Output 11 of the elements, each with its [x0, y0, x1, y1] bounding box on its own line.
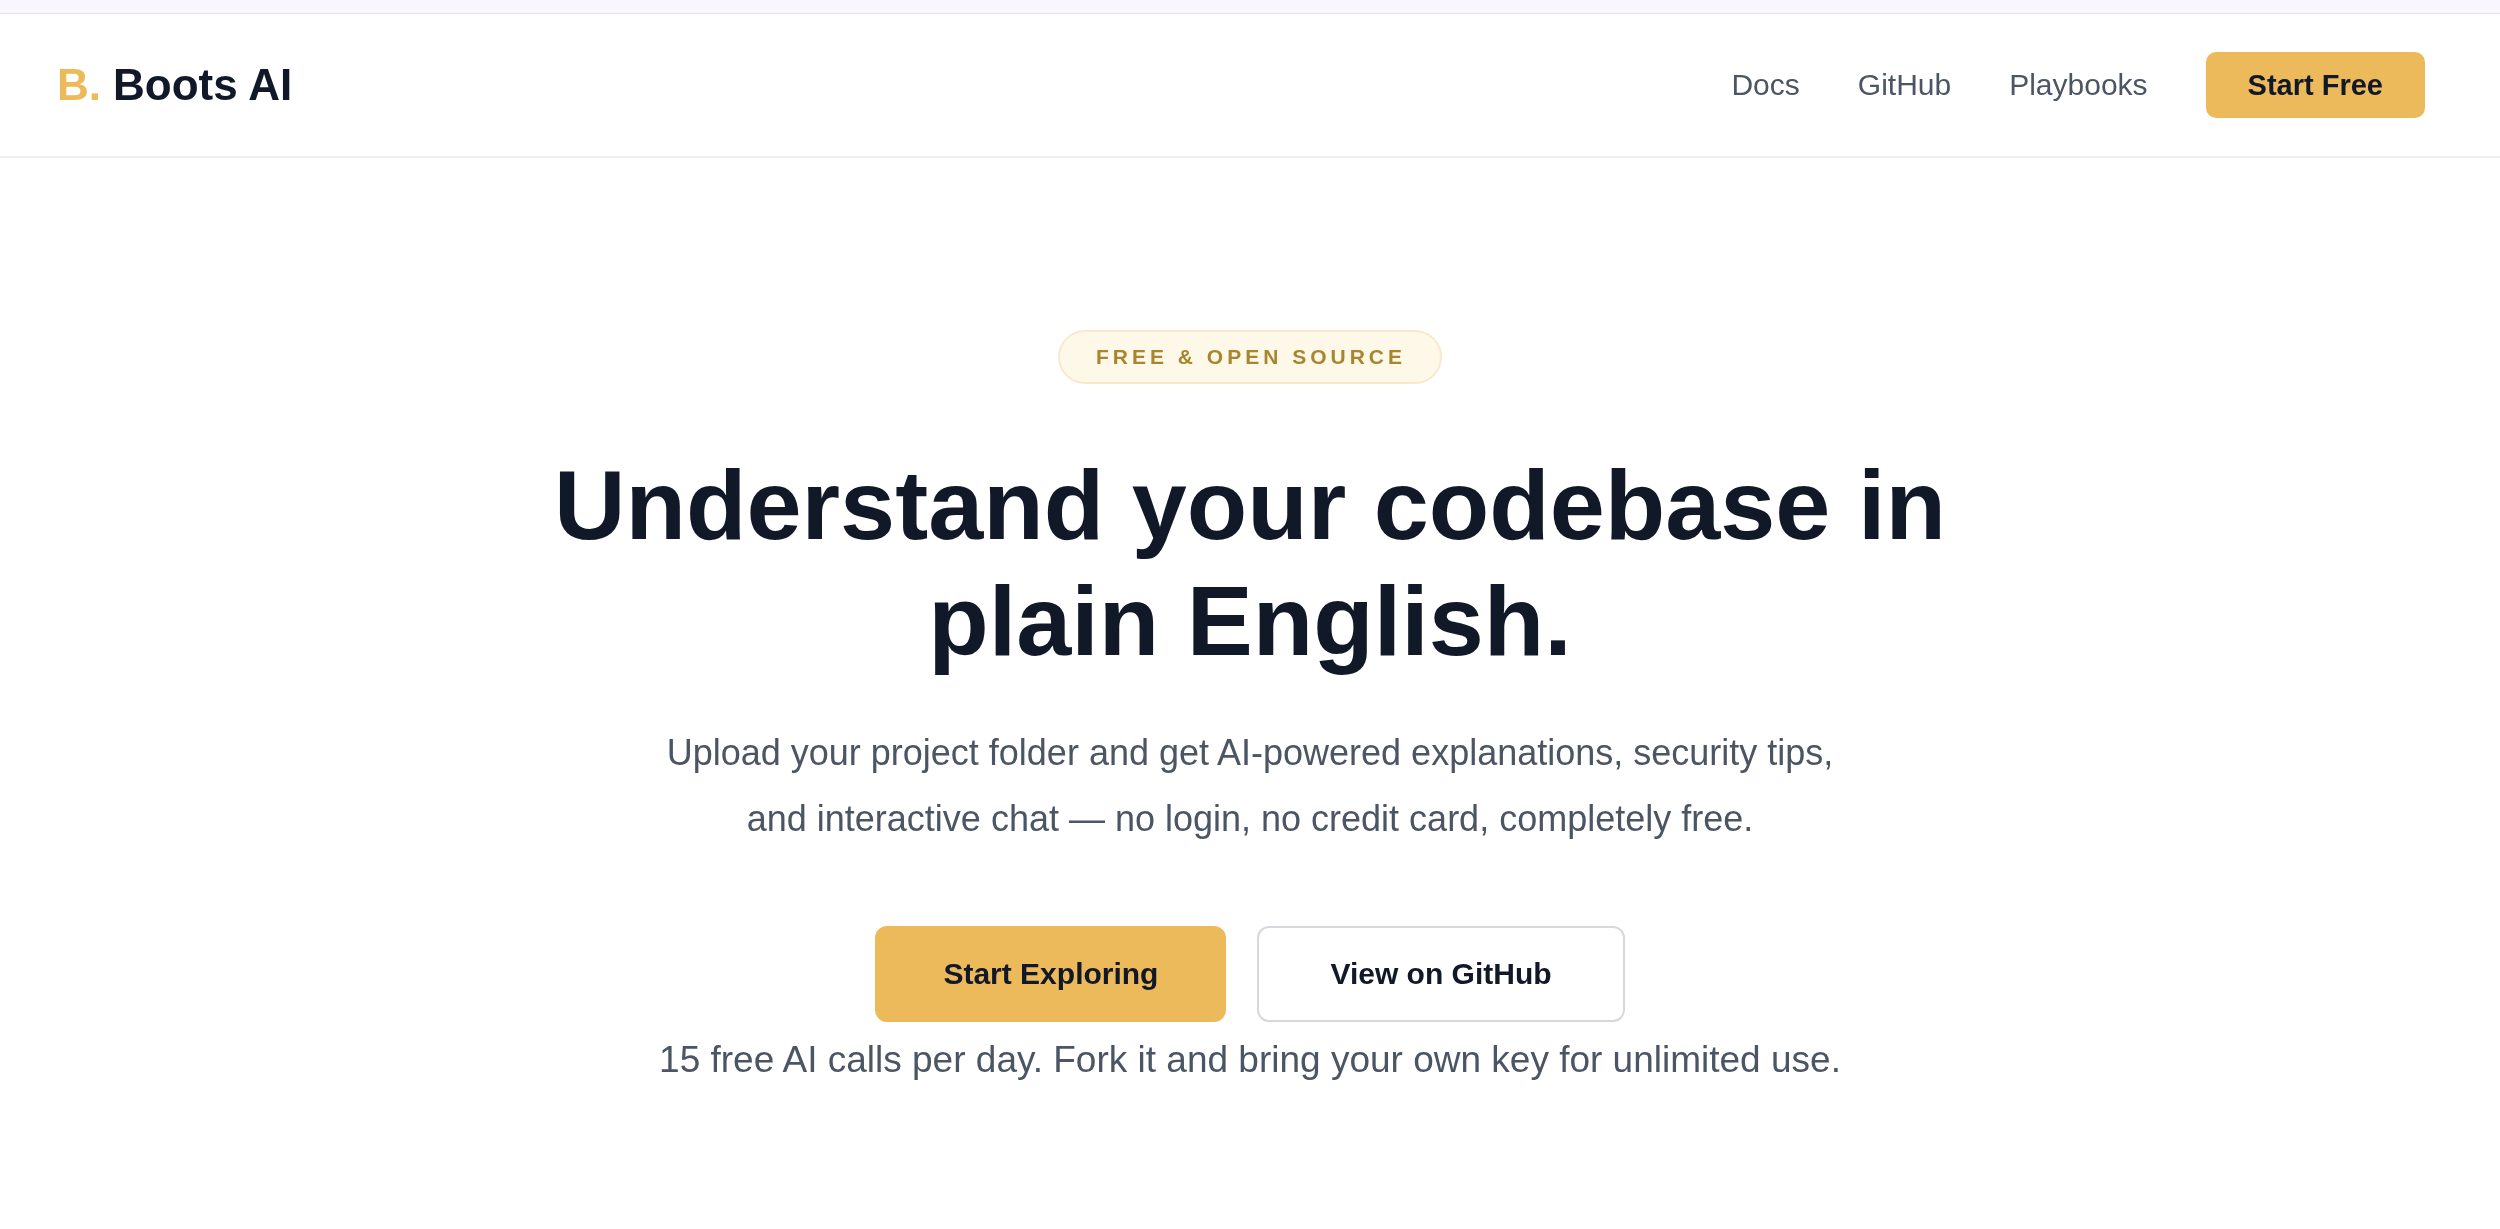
nav-link[interactable]: Playbooks	[2009, 68, 2148, 102]
badge: FREE & OPEN SOURCE	[1057, 330, 1442, 384]
nav-link[interactable]: Docs	[1731, 68, 1800, 102]
hero-subtitle: Upload your project folder and get AI-powered explanations, security tips, and interactive chat — no login, no credit card, completely free.	[665, 731, 1835, 841]
start-free-button[interactable]: Start Free	[2205, 52, 2425, 118]
nav-link[interactable]: GitHub	[1857, 68, 1952, 102]
logo-text[interactable]: Boots AI	[113, 63, 293, 107]
hero-title: Understand your codebase in plain English.	[553, 448, 1947, 678]
github-button[interactable]: View on GitHub	[1257, 926, 1625, 1022]
usage-note: 15 free AI calls per day. Fork it and bring your own key for unlimited use.	[659, 1038, 1841, 1082]
start-exploring-button[interactable]: Start Exploring	[875, 926, 1227, 1022]
